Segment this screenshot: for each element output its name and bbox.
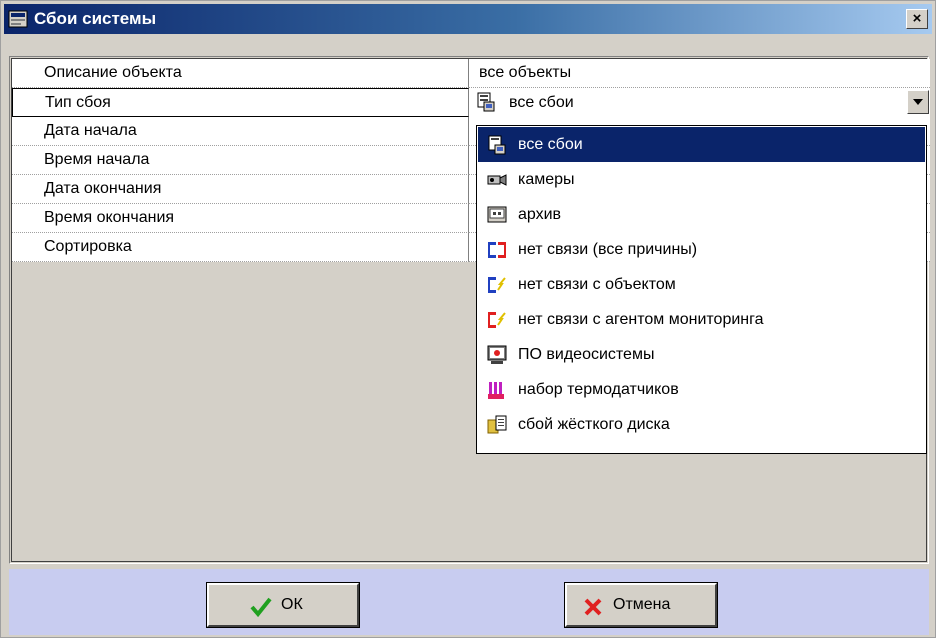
property-label: Описание объекта: [12, 59, 469, 88]
close-button[interactable]: ×: [906, 9, 928, 29]
cross-icon: [584, 598, 602, 616]
property-row-failure-type[interactable]: Тип сбоя все сбои: [12, 88, 930, 117]
no-connection-icon: [488, 242, 506, 258]
dropdown-item-no-connection-agent[interactable]: нет связи с агентом мониторинга: [478, 302, 925, 337]
dropdown-item-label: нет связи с агентом мониторинга: [518, 311, 764, 328]
button-bar: ОК Отмена: [9, 569, 929, 635]
dropdown-item-label: набор термодатчиков: [518, 381, 679, 398]
combobox-value: все сбои: [509, 94, 574, 111]
dropdown-item-label: нет связи с объектом: [518, 276, 676, 293]
property-value[interactable]: все объекты: [469, 59, 930, 88]
no-connection-object-icon: [488, 277, 506, 293]
dropdown-item-archive[interactable]: архив: [478, 197, 925, 232]
dropdown-item-video-software[interactable]: ПО видеосистемы: [478, 337, 925, 372]
window-title: Сбои системы: [34, 9, 157, 28]
dropdown-item-label: нет связи (все причины): [518, 241, 698, 258]
all-failures-icon: [488, 135, 506, 155]
no-connection-agent-icon: [488, 312, 506, 328]
video-software-icon: [487, 345, 507, 364]
dialog-window: Сбои системы × Описание объекта все объе…: [0, 0, 936, 638]
checkmark-icon: [250, 597, 272, 618]
window-icon: [8, 10, 28, 28]
all-failures-icon: [477, 92, 495, 112]
camera-icon: [487, 174, 507, 186]
title-bar: Сбои системы ×: [4, 4, 932, 34]
thermo-sensors-icon: [488, 382, 504, 399]
property-label: Сортировка: [12, 233, 469, 262]
dropdown-item-no-connection-all[interactable]: нет связи (все причины): [478, 232, 925, 267]
dropdown-item-label: сбой жёсткого диска: [518, 416, 670, 433]
archive-icon: [487, 206, 507, 223]
ok-button-label: ОК: [281, 596, 303, 613]
property-label: Тип сбоя: [12, 88, 469, 117]
property-label: Дата окончания: [12, 175, 469, 204]
property-row-object-description[interactable]: Описание объекта все объекты: [12, 59, 930, 88]
disk-failure-icon: [487, 415, 507, 434]
dropdown-item-disk-failure[interactable]: сбой жёсткого диска: [478, 407, 925, 442]
dropdown-item-label: все сбои: [518, 136, 583, 153]
failure-type-combobox[interactable]: все сбои: [469, 88, 930, 117]
dropdown-item-label: ПО видеосистемы: [518, 346, 655, 363]
dropdown-item-all-failures[interactable]: все сбои: [478, 127, 925, 162]
dropdown-item-cameras[interactable]: камеры: [478, 162, 925, 197]
cancel-button-label: Отмена: [613, 596, 671, 613]
property-label: Время начала: [12, 146, 469, 175]
cancel-button[interactable]: Отмена: [564, 582, 718, 628]
chevron-down-icon: [913, 99, 923, 105]
failure-type-dropdown-list[interactable]: все сбои камеры архив нет связи (все при…: [476, 125, 927, 454]
property-label: Дата начала: [12, 117, 469, 146]
ok-button[interactable]: ОК: [206, 582, 360, 628]
dropdown-item-label: архив: [518, 206, 562, 223]
dropdown-item-label: камеры: [518, 171, 575, 188]
dropdown-item-thermo-sensors[interactable]: набор термодатчиков: [478, 372, 925, 407]
dropdown-item-no-connection-object[interactable]: нет связи с объектом: [478, 267, 925, 302]
dropdown-arrow-button[interactable]: [907, 90, 929, 114]
property-label: Время окончания: [12, 204, 469, 233]
